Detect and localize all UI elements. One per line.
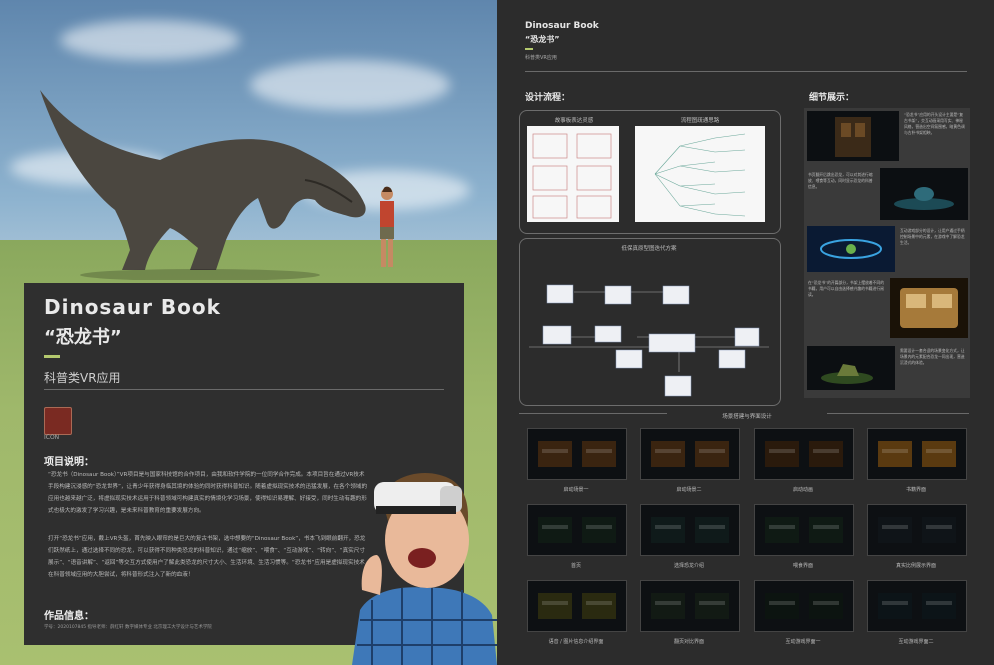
scene-thumbnail-label: 选择恐龙介绍 (673, 563, 704, 569)
scene-thumbnail-label: 语音 / 图片信息介绍界面 (548, 639, 604, 645)
project-paragraph-1: “恐龙书（Dinosaur Book）”VR项目是与国家科技馆的合作项目，由我和… (48, 472, 368, 514)
scene-thumbnail-label: 互动游戏界面一 (785, 639, 821, 645)
detail-text-4: 在“恐龙书”的开篇部分，书架上摆放着不同的书籍，用户可以自由选择感兴趣的书籍进行… (808, 280, 885, 297)
scene-thumbnail-label: 书籍界面 (905, 487, 926, 493)
credits-heading: 作品信息： (44, 611, 94, 622)
flowchart-label: 流程图疏通思路 (680, 118, 720, 124)
detail-text-1: “恐龙书”应用的开头设计主要是“复古书架”，交互动画采用写实、神秘风格，营造出空… (904, 112, 965, 135)
scene-thumbnail-label: 真实比例展示界面 (895, 563, 936, 569)
detail-image-dinosaur (880, 168, 968, 220)
detail-text-3: 互动游戏部分的设计，让用户通过手柄控制场景中的元素，在游戏中了解恐龙生活。 (900, 228, 965, 245)
project-title-en: Dinosaur Book (44, 295, 221, 319)
project-heading: 项目说明： (44, 457, 94, 468)
prototype-diagram (529, 284, 769, 397)
storyboard-label: 故事板表达灵感 (554, 118, 594, 124)
scene-thumbnail (527, 580, 627, 632)
design-process-heading: 设计流程： (525, 93, 571, 103)
detail-showcase-heading: 细节展示： (809, 93, 855, 103)
project-title-cn: “恐龙书” (44, 327, 122, 348)
scene-thumbnail-label: 互动游戏界面二 (898, 639, 934, 645)
scene-thumbnail (867, 504, 967, 556)
scene-thumbnail-label: 启动场景二 (676, 487, 702, 493)
project-subtitle: 科普类VR应用 (44, 371, 121, 385)
scene-thumbnail-label: 启动场景一 (563, 487, 589, 493)
right-subtitle: 科普类VR应用 (525, 55, 557, 61)
divider (44, 389, 444, 390)
scene-design-label: 场景搭建与界面设计 (667, 412, 827, 420)
detail-text-2: 书页翻开后跳出恐龙，可以对其进行缩放、喂食等互动，同时显示恐龙的科普信息。 (808, 172, 873, 189)
app-icon (44, 407, 72, 435)
detail-text-5: 需要设计一套合适的场景变化方式，让场景内的元素配合恐龙一同出现，营造沉浸式的体验… (900, 348, 965, 365)
scene-thumbnail-label: 翻页对比界面 (673, 639, 704, 645)
credits-text: 学号：2020107845 指导老师：薛红轩 数字媒体专业 北京理工大学设计与艺… (44, 625, 212, 630)
scene-thumbnail (640, 504, 740, 556)
scene-thumbnail (867, 580, 967, 632)
detail-image-bookshelf (807, 111, 899, 161)
prototype-label: 低保真原型图迭代方案 (621, 246, 677, 252)
scene-thumbnail (754, 428, 854, 480)
scene-thumbnail (754, 580, 854, 632)
project-paragraph-2: 打开“恐龙书”应用，戴上VR头盔，首先映入眼帘的是巨大的复古书架，选中想要的“D… (48, 536, 366, 578)
detail-showcase-panel: “恐龙书”应用的开头设计主要是“复古书架”，交互动画采用写实、神秘风格，营造出空… (804, 108, 970, 398)
detail-image-book (890, 278, 968, 338)
scene-thumbnail (527, 504, 627, 556)
scene-thumbnail-label: 首页 (570, 563, 581, 569)
scene-thumbnail (754, 504, 854, 556)
storyboard-image (527, 126, 619, 222)
scene-thumbnail-label: 启动动画 (792, 487, 813, 493)
divider (525, 71, 967, 72)
scene-thumbnail (640, 428, 740, 480)
right-poster: Dinosaur Book “恐龙书” 科普类VR应用 设计流程： 细节展示： … (497, 0, 994, 665)
right-title-en: Dinosaur Book (525, 21, 599, 31)
detail-image-scene (807, 346, 895, 390)
flowchart-image (635, 126, 765, 222)
vr-headset-boy-image (352, 472, 497, 665)
boy-figure (380, 186, 394, 267)
scene-thumbnail (640, 580, 740, 632)
icon-label: ICON (44, 434, 60, 441)
scene-thumbnail-label: 喂食界面 (792, 563, 813, 569)
right-title-cn: “恐龙书” (525, 35, 560, 44)
scene-thumbnail (527, 428, 627, 480)
detail-image-game (807, 226, 895, 272)
accent-bar (44, 355, 60, 358)
accent-bar (525, 48, 533, 50)
scene-thumbnail (867, 428, 967, 480)
t-rex-image (40, 90, 366, 280)
left-poster: Dinosaur Book “恐龙书” 科普类VR应用 ICON 项目说明： “… (0, 0, 497, 665)
cloud (60, 20, 240, 60)
